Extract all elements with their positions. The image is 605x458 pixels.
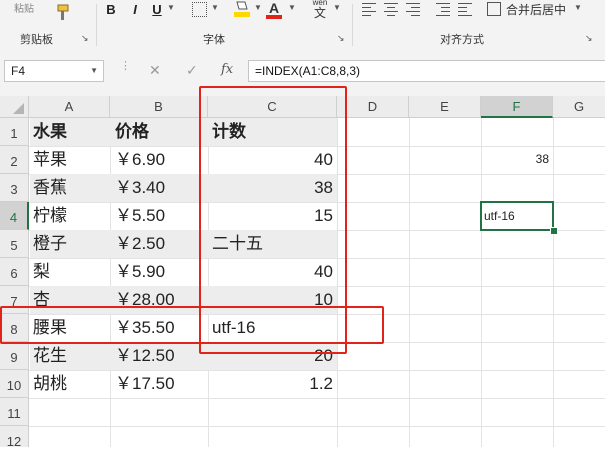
gridline bbox=[29, 426, 605, 427]
selected-cell-f4[interactable]: utf-16 bbox=[480, 201, 554, 231]
merge-center-icon[interactable] bbox=[487, 2, 501, 16]
cell-b3[interactable]: ￥3.40 bbox=[115, 174, 165, 202]
name-box[interactable]: F4 ▼ bbox=[4, 60, 104, 82]
row-header-5[interactable]: 5 bbox=[0, 230, 29, 258]
fill-color-icon[interactable] bbox=[233, 0, 251, 18]
column-header-b[interactable]: B bbox=[110, 96, 208, 118]
row-header-9[interactable]: 9 bbox=[0, 342, 29, 370]
ribbon-separator bbox=[96, 4, 97, 46]
formula-input[interactable]: =INDEX(A1:C8,8,3) bbox=[248, 60, 605, 82]
column-header-d[interactable]: D bbox=[337, 96, 409, 118]
cell-b6[interactable]: ￥5.90 bbox=[115, 258, 165, 286]
font-group-label: 字体 bbox=[203, 34, 225, 46]
cell-b2[interactable]: ￥6.90 bbox=[115, 146, 165, 174]
clipboard-dialog-launcher-icon[interactable]: ↘ bbox=[81, 33, 89, 44]
cell-f2[interactable]: 38 bbox=[481, 146, 549, 174]
row-header-2[interactable]: 2 bbox=[0, 146, 29, 174]
font-dialog-launcher-icon[interactable]: ↘ bbox=[337, 33, 345, 44]
row-header-6[interactable]: 6 bbox=[0, 258, 29, 286]
align-center-icon[interactable] bbox=[384, 3, 398, 16]
cell-a1[interactable]: 水果 bbox=[33, 118, 67, 146]
cell-a4[interactable]: 柠檬 bbox=[33, 202, 67, 230]
italic-button[interactable]: I bbox=[128, 2, 142, 18]
font-color-button[interactable]: A bbox=[266, 0, 282, 20]
annotation-box-row-8 bbox=[0, 306, 384, 344]
indent-icon[interactable] bbox=[436, 3, 450, 16]
cell-c10[interactable]: 1.2 bbox=[212, 370, 333, 398]
cell-b4[interactable]: ￥5.50 bbox=[115, 202, 165, 230]
cell-b10[interactable]: ￥17.50 bbox=[115, 370, 175, 398]
insert-function-icon[interactable]: fx bbox=[221, 62, 233, 77]
column-header-g[interactable]: G bbox=[553, 96, 605, 118]
alignment-group-label: 对齐方式 bbox=[440, 34, 484, 46]
clipboard-group-label: 剪贴板 bbox=[20, 34, 53, 46]
font-color-bar bbox=[266, 15, 282, 19]
column-header-a[interactable]: A bbox=[29, 96, 110, 118]
border-icon[interactable] bbox=[192, 2, 207, 17]
align-right-icon[interactable] bbox=[406, 3, 420, 16]
chevron-down-icon[interactable]: ▼ bbox=[574, 3, 582, 12]
chevron-down-icon[interactable]: ▼ bbox=[333, 3, 341, 12]
cell-a5[interactable]: 橙子 bbox=[33, 230, 67, 258]
row-header-3[interactable]: 3 bbox=[0, 174, 29, 202]
font-color-letter: A bbox=[268, 0, 280, 16]
row-header-1[interactable]: 1 bbox=[0, 118, 29, 146]
outdent-icon[interactable] bbox=[458, 3, 472, 16]
cell-a2[interactable]: 苹果 bbox=[33, 146, 67, 174]
paste-button[interactable]: 粘贴 bbox=[14, 0, 34, 15]
cell-a3[interactable]: 香蕉 bbox=[33, 174, 67, 202]
bold-button[interactable]: B bbox=[104, 2, 118, 18]
chevron-down-icon[interactable]: ▼ bbox=[167, 3, 175, 12]
fill-handle[interactable] bbox=[550, 227, 558, 235]
phonetic-button[interactable]: wén 文 bbox=[309, 0, 331, 22]
enter-icon[interactable]: ✓ bbox=[186, 62, 198, 79]
align-left-icon[interactable] bbox=[362, 3, 376, 16]
gridline bbox=[29, 398, 605, 399]
row-header-10[interactable]: 10 bbox=[0, 370, 29, 398]
column-header-e[interactable]: E bbox=[409, 96, 481, 118]
format-painter-icon[interactable] bbox=[52, 4, 70, 22]
cancel-icon[interactable]: ✕ bbox=[149, 62, 161, 79]
phonetic-char: 文 bbox=[313, 6, 326, 20]
select-all-corner[interactable] bbox=[0, 96, 29, 118]
row-header-4[interactable]: 4 bbox=[0, 202, 29, 230]
row-header-12[interactable]: 12 bbox=[0, 426, 29, 449]
alignment-dialog-launcher-icon[interactable]: ↘ bbox=[585, 33, 593, 44]
cell-b9[interactable]: ￥12.50 bbox=[115, 342, 175, 370]
ribbon-separator bbox=[352, 4, 353, 46]
chevron-down-icon[interactable]: ▼ bbox=[211, 3, 219, 12]
column-header-f[interactable]: F bbox=[481, 96, 553, 118]
row-header-11[interactable]: 11 bbox=[0, 398, 29, 426]
cell-a9[interactable]: 花生 bbox=[33, 342, 67, 370]
cell-a10[interactable]: 胡桃 bbox=[33, 370, 67, 398]
chevron-down-icon[interactable]: ▼ bbox=[288, 3, 296, 12]
merge-center-button[interactable]: 合并后居中 bbox=[506, 1, 566, 18]
underline-button[interactable]: U bbox=[150, 2, 164, 18]
cell-b1[interactable]: 价格 bbox=[115, 118, 149, 146]
cell-b5[interactable]: ￥2.50 bbox=[115, 230, 165, 258]
formula-bar-splitter-icon[interactable]: ⋮ bbox=[120, 61, 131, 72]
name-box-value: F4 bbox=[11, 64, 26, 78]
cell-a6[interactable]: 梨 bbox=[33, 258, 50, 286]
chevron-down-icon[interactable]: ▼ bbox=[254, 3, 262, 12]
chevron-down-icon[interactable]: ▼ bbox=[90, 61, 98, 81]
